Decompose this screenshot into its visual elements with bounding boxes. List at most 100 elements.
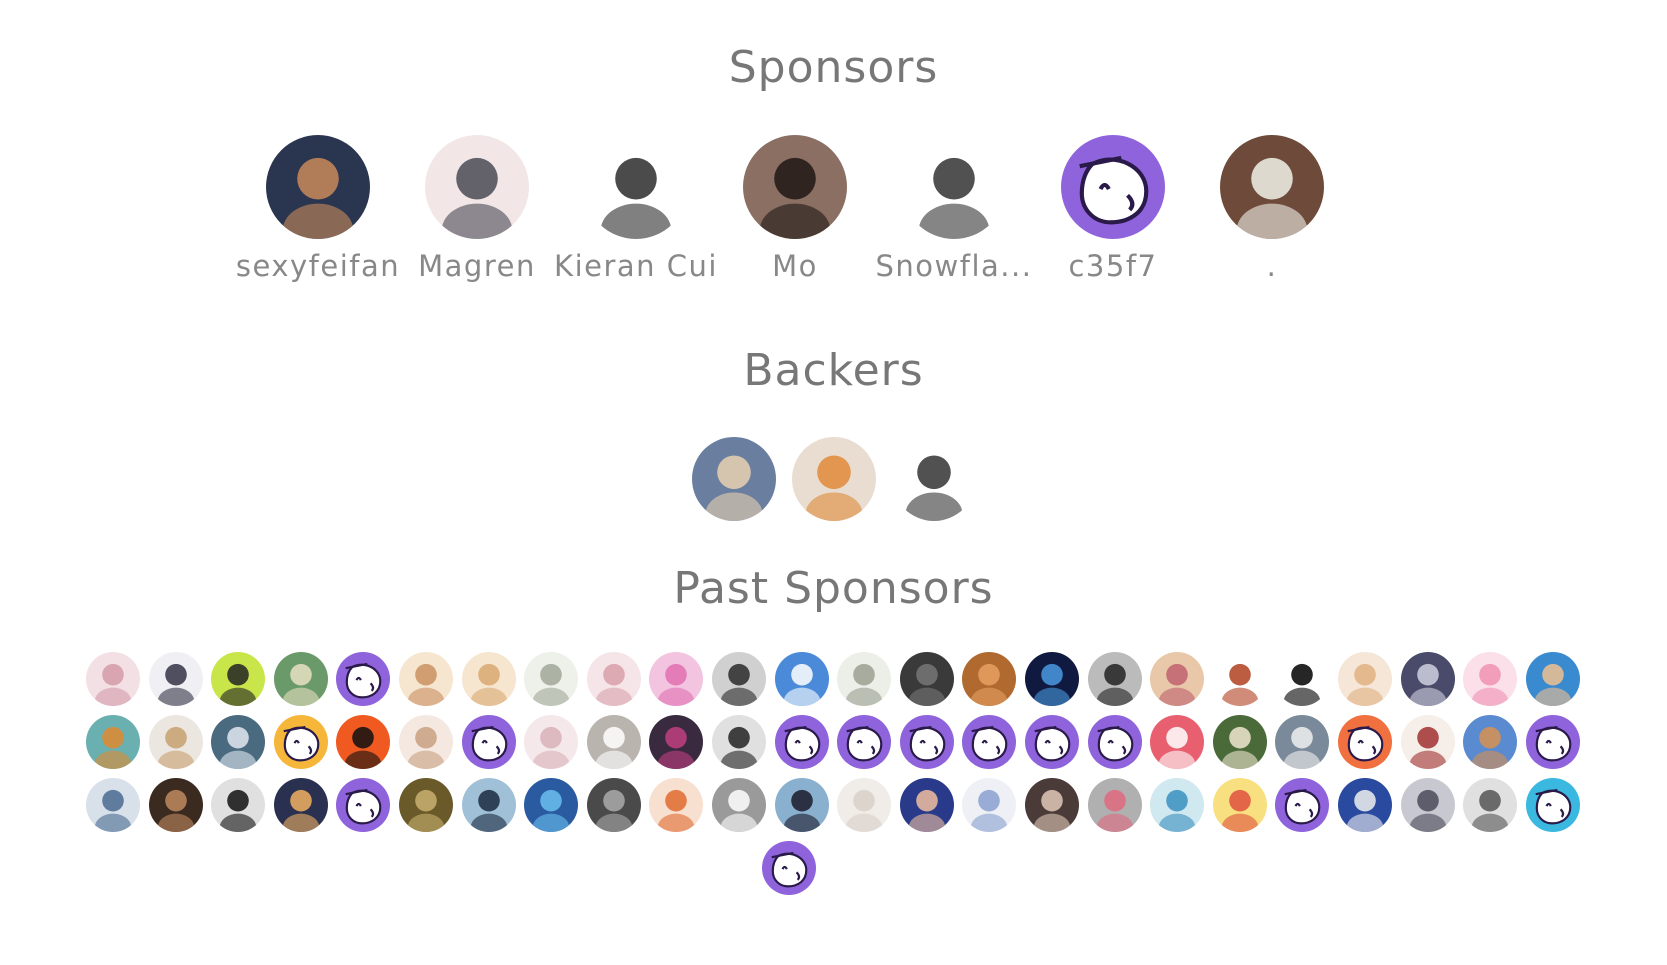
past-sponsor-avatar[interactable] bbox=[1150, 652, 1205, 706]
past-sponsor-avatar[interactable] bbox=[1025, 715, 1079, 769]
past-sponsor-avatar[interactable] bbox=[336, 778, 391, 832]
past-sponsor-avatar[interactable] bbox=[86, 715, 140, 769]
past-sponsor-avatar[interactable] bbox=[1338, 652, 1392, 706]
past-sponsor-avatar[interactable] bbox=[899, 715, 954, 769]
past-sponsor-avatar[interactable] bbox=[461, 652, 516, 706]
shiba-avatar bbox=[1463, 715, 1518, 769]
backer-avatar[interactable] bbox=[692, 437, 776, 521]
sponsor-item[interactable]: Mo bbox=[711, 135, 879, 283]
past-sponsor-avatar[interactable] bbox=[586, 715, 641, 769]
sponsor-avatar[interactable] bbox=[266, 135, 370, 239]
past-sponsor-avatar[interactable] bbox=[1275, 715, 1330, 769]
past-sponsor-avatar[interactable] bbox=[962, 715, 1017, 769]
past-sponsor-avatar[interactable] bbox=[1275, 652, 1330, 706]
past-sponsor-avatar[interactable] bbox=[712, 778, 766, 832]
past-sponsor-avatar[interactable] bbox=[1525, 778, 1580, 832]
past-sponsor-avatar[interactable] bbox=[336, 652, 391, 706]
past-sponsor-avatar[interactable] bbox=[1212, 652, 1267, 706]
sponsor-item[interactable]: Snowfla... bbox=[870, 135, 1038, 283]
past-sponsor-avatar[interactable] bbox=[649, 652, 704, 706]
past-sponsor-avatar[interactable] bbox=[1087, 715, 1142, 769]
sunset-avatar bbox=[273, 778, 328, 832]
past-sponsor-avatar[interactable] bbox=[1463, 778, 1518, 832]
past-sponsor-avatar[interactable] bbox=[774, 652, 829, 706]
past-sponsor-avatar[interactable] bbox=[586, 778, 641, 832]
sponsor-avatar[interactable] bbox=[743, 135, 847, 239]
past-sponsor-avatar[interactable] bbox=[273, 778, 328, 832]
past-sponsor-avatar[interactable] bbox=[524, 715, 579, 769]
past-sponsor-avatar[interactable] bbox=[1087, 778, 1142, 832]
past-sponsor-avatar[interactable] bbox=[336, 715, 391, 769]
past-sponsor-avatar[interactable] bbox=[148, 778, 203, 832]
past-sponsor-avatar[interactable] bbox=[1400, 715, 1455, 769]
anime-pink-girl-avatar bbox=[86, 652, 140, 706]
past-sponsor-avatar[interactable] bbox=[399, 715, 453, 769]
past-sponsor-avatar[interactable] bbox=[899, 778, 954, 832]
past-sponsor-avatar[interactable] bbox=[524, 652, 579, 706]
sponsor-item[interactable]: c35f7 bbox=[1029, 135, 1197, 283]
orange-hair-avatar bbox=[649, 778, 704, 832]
past-sponsor-avatar[interactable] bbox=[1212, 778, 1267, 832]
past-sponsor-avatar[interactable] bbox=[1338, 778, 1392, 832]
past-sponsor-avatar[interactable] bbox=[1212, 715, 1267, 769]
past-sponsor-avatar[interactable] bbox=[1150, 778, 1205, 832]
past-sponsor-avatar[interactable] bbox=[1025, 778, 1079, 832]
past-sponsor-avatar[interactable] bbox=[1525, 652, 1580, 706]
past-sponsor-avatar[interactable] bbox=[1463, 715, 1518, 769]
past-sponsor-avatar[interactable] bbox=[774, 715, 829, 769]
past-sponsor-avatar[interactable] bbox=[1463, 652, 1518, 706]
past-sponsor-avatar[interactable] bbox=[1400, 778, 1455, 832]
past-sponsor-avatar[interactable] bbox=[461, 715, 516, 769]
past-sponsor-avatar[interactable] bbox=[1525, 715, 1580, 769]
past-sponsor-avatar[interactable] bbox=[837, 652, 892, 706]
past-sponsor-avatar[interactable] bbox=[1025, 652, 1079, 706]
past-sponsor-avatar[interactable] bbox=[1275, 778, 1330, 832]
past-sponsor-avatar[interactable] bbox=[211, 778, 266, 832]
boy-with-cat-avatar bbox=[792, 437, 876, 521]
past-sponsor-avatar[interactable] bbox=[899, 652, 954, 706]
past-sponsor-avatar[interactable] bbox=[712, 652, 766, 706]
past-sponsor-avatar[interactable] bbox=[399, 778, 453, 832]
grey-hair-girl-avatar bbox=[1400, 778, 1455, 832]
past-sponsor-avatar[interactable] bbox=[1087, 652, 1142, 706]
sponsor-avatar[interactable] bbox=[1220, 135, 1324, 239]
past-sponsor-avatar[interactable] bbox=[1150, 715, 1205, 769]
sponsor-item[interactable]: sexyfeifan bbox=[234, 135, 402, 283]
past-sponsor-avatar[interactable] bbox=[399, 652, 453, 706]
past-sponsor-avatar[interactable] bbox=[712, 715, 766, 769]
sponsor-avatar[interactable] bbox=[1061, 135, 1165, 239]
past-sponsor-avatar[interactable] bbox=[86, 778, 140, 832]
past-sponsor-avatar[interactable] bbox=[273, 715, 328, 769]
past-sponsor-avatar[interactable] bbox=[837, 715, 892, 769]
past-sponsor-avatar[interactable] bbox=[1338, 715, 1392, 769]
grey-mist-avatar bbox=[586, 715, 641, 769]
sponsor-item[interactable]: . bbox=[1188, 135, 1356, 283]
backer-avatar[interactable] bbox=[792, 437, 876, 521]
sponsor-item[interactable]: Magren bbox=[393, 135, 561, 283]
past-sponsor-avatar[interactable] bbox=[1400, 652, 1455, 706]
sponsor-avatar[interactable] bbox=[425, 135, 529, 239]
sponsor-avatar[interactable] bbox=[902, 135, 1006, 239]
past-sponsor-avatar[interactable] bbox=[962, 778, 1017, 832]
past-sponsor-avatar[interactable] bbox=[837, 778, 892, 832]
past-sponsor-avatar[interactable] bbox=[649, 715, 704, 769]
past-sponsor-avatar[interactable] bbox=[586, 652, 641, 706]
sponsor-avatar[interactable] bbox=[584, 135, 688, 239]
past-sponsor-avatar[interactable] bbox=[86, 652, 140, 706]
sponsors-list: sexyfeifan Magren Kieran Cui Mo Snowfla... c3… bbox=[0, 135, 1667, 295]
past-sponsor-avatar[interactable] bbox=[211, 652, 266, 706]
past-sponsor-avatar[interactable] bbox=[148, 652, 203, 706]
past-sponsor-avatar[interactable] bbox=[774, 778, 829, 832]
past-sponsor-avatar[interactable] bbox=[761, 841, 816, 895]
past-sponsor-avatar[interactable] bbox=[962, 652, 1017, 706]
sponsor-name: c35f7 bbox=[1068, 249, 1158, 283]
red-scarf-cat-avatar bbox=[425, 135, 529, 239]
past-sponsor-avatar[interactable] bbox=[649, 778, 704, 832]
past-sponsor-avatar[interactable] bbox=[273, 652, 328, 706]
past-sponsor-avatar[interactable] bbox=[148, 715, 203, 769]
past-sponsor-avatar[interactable] bbox=[524, 778, 579, 832]
sponsor-item[interactable]: Kieran Cui bbox=[552, 135, 720, 283]
past-sponsor-avatar[interactable] bbox=[461, 778, 516, 832]
past-sponsor-avatar[interactable] bbox=[211, 715, 266, 769]
backer-avatar[interactable] bbox=[892, 437, 976, 521]
